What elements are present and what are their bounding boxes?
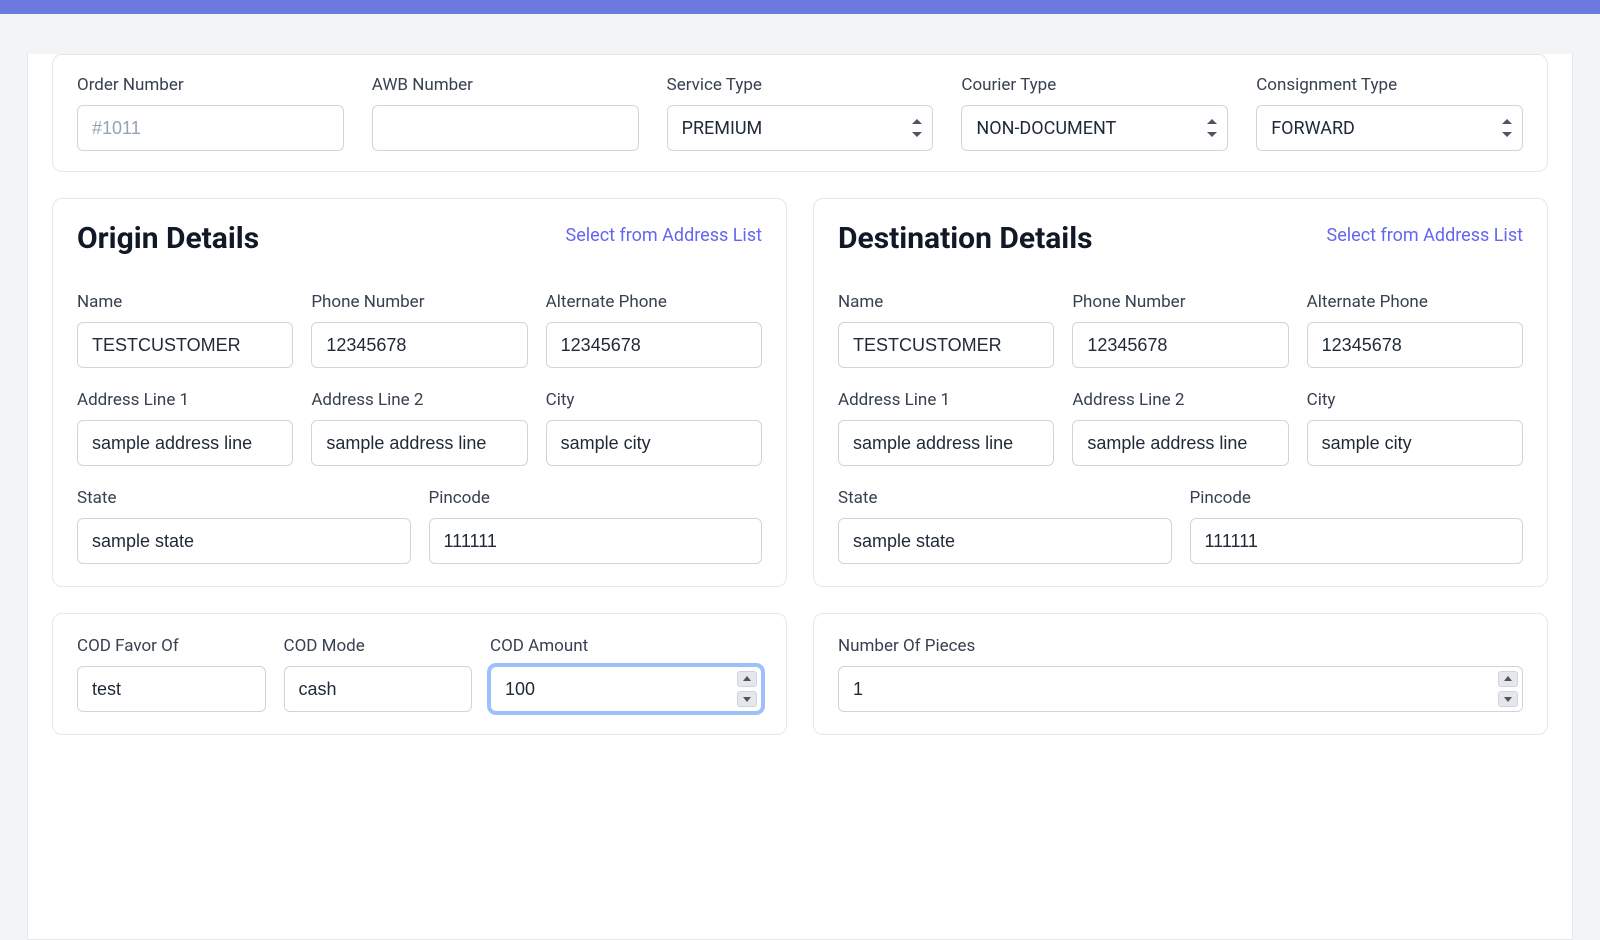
pieces-card: Number Of Pieces: [813, 613, 1548, 735]
origin-addr2-label: Address Line 2: [311, 390, 527, 410]
origin-city-field: City: [546, 390, 762, 466]
origin-altphone-label: Alternate Phone: [546, 292, 762, 312]
consignment-type-label: Consignment Type: [1256, 75, 1523, 95]
dest-addr2-input[interactable]: [1072, 420, 1288, 466]
dest-pincode-input[interactable]: [1190, 518, 1524, 564]
origin-select-address-link[interactable]: Select from Address List: [566, 225, 762, 246]
destination-select-address-link[interactable]: Select from Address List: [1327, 225, 1523, 246]
cod-amount-label: COD Amount: [490, 636, 762, 656]
pieces-input[interactable]: [853, 679, 1498, 700]
stepper-up-icon[interactable]: [1498, 671, 1518, 687]
dest-pincode-field: Pincode: [1190, 488, 1524, 564]
cod-favor-input[interactable]: [77, 666, 266, 712]
cod-amount-field: COD Amount: [490, 636, 762, 712]
service-type-value: PREMIUM: [682, 118, 763, 139]
origin-pincode-input[interactable]: [429, 518, 763, 564]
dest-pincode-label: Pincode: [1190, 488, 1524, 508]
origin-altphone-field: Alternate Phone: [546, 292, 762, 368]
dest-city-field: City: [1307, 390, 1523, 466]
courier-type-select[interactable]: NON-DOCUMENT: [961, 105, 1228, 151]
pieces-field: Number Of Pieces: [838, 636, 1523, 712]
awb-number-label: AWB Number: [372, 75, 639, 95]
cod-amount-stepper[interactable]: [490, 666, 762, 712]
origin-name-label: Name: [77, 292, 293, 312]
top-accent-bar: [0, 0, 1600, 14]
cod-mode-input[interactable]: [284, 666, 473, 712]
dest-name-label: Name: [838, 292, 1054, 312]
destination-title: Destination Details: [838, 221, 1093, 256]
chevron-updown-icon: [912, 119, 922, 137]
origin-city-label: City: [546, 390, 762, 410]
consignment-type-field: Consignment Type FORWARD: [1256, 75, 1523, 151]
order-header-card: Order Number AWB Number Service Type PRE…: [52, 54, 1548, 172]
main-panel: Order Number AWB Number Service Type PRE…: [27, 54, 1573, 940]
cod-amount-input[interactable]: [505, 679, 737, 700]
stepper-down-icon[interactable]: [737, 691, 757, 707]
service-type-field: Service Type PREMIUM: [667, 75, 934, 151]
consignment-type-value: FORWARD: [1271, 118, 1355, 139]
dest-state-field: State: [838, 488, 1172, 564]
dest-name-input[interactable]: [838, 322, 1054, 368]
origin-addr1-field: Address Line 1: [77, 390, 293, 466]
chevron-updown-icon: [1502, 119, 1512, 137]
origin-state-label: State: [77, 488, 411, 508]
dest-phone-label: Phone Number: [1072, 292, 1288, 312]
origin-addr2-field: Address Line 2: [311, 390, 527, 466]
dest-phone-field: Phone Number: [1072, 292, 1288, 368]
origin-pincode-field: Pincode: [429, 488, 763, 564]
chevron-updown-icon: [1207, 119, 1217, 137]
pieces-stepper[interactable]: [838, 666, 1523, 712]
order-number-field: Order Number: [77, 75, 344, 151]
cod-mode-field: COD Mode: [284, 636, 473, 712]
dest-state-input[interactable]: [838, 518, 1172, 564]
cod-card: COD Favor Of COD Mode COD Amount: [52, 613, 787, 735]
origin-title: Origin Details: [77, 221, 259, 256]
dest-addr2-field: Address Line 2: [1072, 390, 1288, 466]
order-number-label: Order Number: [77, 75, 344, 95]
dest-altphone-label: Alternate Phone: [1307, 292, 1523, 312]
dest-altphone-input[interactable]: [1307, 322, 1523, 368]
origin-state-field: State: [77, 488, 411, 564]
dest-phone-input[interactable]: [1072, 322, 1288, 368]
cod-mode-label: COD Mode: [284, 636, 473, 656]
origin-pincode-label: Pincode: [429, 488, 763, 508]
consignment-type-select[interactable]: FORWARD: [1256, 105, 1523, 151]
origin-state-input[interactable]: [77, 518, 411, 564]
origin-addr1-label: Address Line 1: [77, 390, 293, 410]
courier-type-value: NON-DOCUMENT: [976, 118, 1116, 139]
stepper-down-icon[interactable]: [1498, 691, 1518, 707]
origin-phone-input[interactable]: [311, 322, 527, 368]
origin-name-field: Name: [77, 292, 293, 368]
dest-addr1-input[interactable]: [838, 420, 1054, 466]
dest-altphone-field: Alternate Phone: [1307, 292, 1523, 368]
origin-addr1-input[interactable]: [77, 420, 293, 466]
service-type-label: Service Type: [667, 75, 934, 95]
origin-phone-label: Phone Number: [311, 292, 527, 312]
pieces-label: Number Of Pieces: [838, 636, 1523, 656]
courier-type-field: Courier Type NON-DOCUMENT: [961, 75, 1228, 151]
awb-number-field: AWB Number: [372, 75, 639, 151]
dest-city-label: City: [1307, 390, 1523, 410]
service-type-select[interactable]: PREMIUM: [667, 105, 934, 151]
dest-city-input[interactable]: [1307, 420, 1523, 466]
origin-city-input[interactable]: [546, 420, 762, 466]
origin-name-input[interactable]: [77, 322, 293, 368]
dest-name-field: Name: [838, 292, 1054, 368]
cod-favor-field: COD Favor Of: [77, 636, 266, 712]
dest-addr1-field: Address Line 1: [838, 390, 1054, 466]
page-root: Order Number AWB Number Service Type PRE…: [0, 0, 1600, 940]
order-number-input[interactable]: [77, 105, 344, 151]
origin-phone-field: Phone Number: [311, 292, 527, 368]
origin-card: Origin Details Select from Address List …: [52, 198, 787, 587]
dest-addr2-label: Address Line 2: [1072, 390, 1288, 410]
destination-card: Destination Details Select from Address …: [813, 198, 1548, 587]
origin-addr2-input[interactable]: [311, 420, 527, 466]
courier-type-label: Courier Type: [961, 75, 1228, 95]
origin-altphone-input[interactable]: [546, 322, 762, 368]
cod-favor-label: COD Favor Of: [77, 636, 266, 656]
dest-addr1-label: Address Line 1: [838, 390, 1054, 410]
dest-state-label: State: [838, 488, 1172, 508]
awb-number-input[interactable]: [372, 105, 639, 151]
stepper-up-icon[interactable]: [737, 671, 757, 687]
